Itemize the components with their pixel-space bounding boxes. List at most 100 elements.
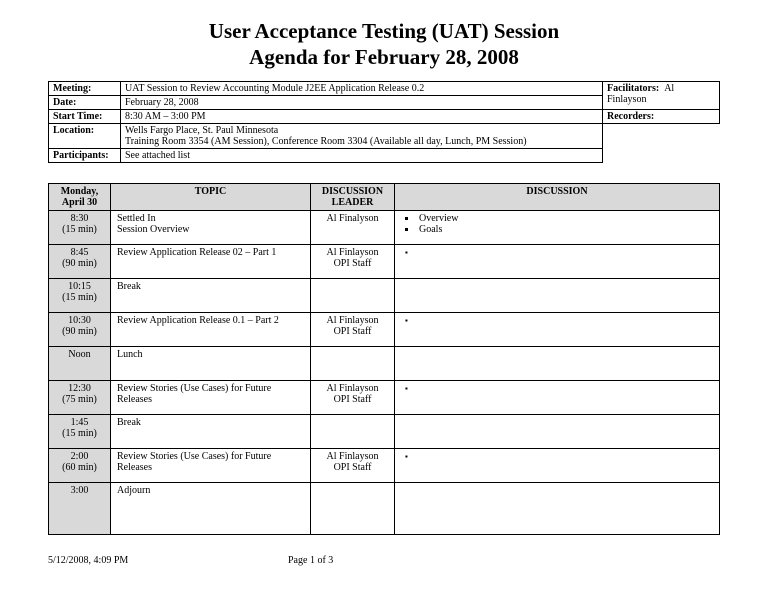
agenda-leader [311, 346, 395, 380]
location-label: Location: [49, 123, 121, 148]
leader-line2: OPI Staff [334, 326, 372, 337]
page-footer: 5/12/2008, 4:09 PM Page 1 of 3 [0, 555, 768, 566]
time-value: 3:00 [71, 485, 89, 496]
col-header-topic: TOPIC [111, 183, 311, 210]
agenda-topic: Review Application Release 0.1 – Part 2 [111, 312, 311, 346]
agenda-time: 2:00(60 min) [49, 448, 111, 482]
list-item: Goals [417, 224, 711, 235]
leader-line1: Al Finlayson [327, 315, 379, 326]
agenda-leader: Al FinlaysonOPI Staff [311, 244, 395, 278]
topic-line2: Session Overview [117, 224, 190, 235]
agenda-discussion [395, 414, 720, 448]
leader-line1: Al Finlayson [327, 247, 379, 258]
agenda-topic: Settled InSession Overview [111, 210, 311, 244]
participants-value: See attached list [121, 148, 603, 162]
participants-label: Participants: [49, 148, 121, 162]
location-value-line1: Wells Fargo Place, St. Paul Minnesota [125, 125, 278, 136]
agenda-discussion [395, 448, 720, 482]
time-duration: (90 min) [51, 326, 108, 337]
meeting-info-block: Meeting: UAT Session to Review Accountin… [48, 81, 720, 163]
time-value: 10:30 [68, 315, 91, 326]
topic-line1: Adjourn [117, 485, 150, 496]
agenda-time: 10:15(15 min) [49, 278, 111, 312]
table-row: 1:45(15 min) Break [49, 414, 720, 448]
discussion-list: OverviewGoals [403, 213, 711, 235]
page-title: User Acceptance Testing (UAT) Session Ag… [48, 18, 720, 71]
agenda-topic: Lunch [111, 346, 311, 380]
time-value: 8:30 [71, 213, 89, 224]
square-bullet-icon [403, 383, 408, 394]
agenda-leader: Al FinlaysonOPI Staff [311, 448, 395, 482]
recorders-label: Recorders: [607, 111, 654, 122]
leader-line2: OPI Staff [334, 258, 372, 269]
topic-line1: Review Stories (Use Cases) for Future Re… [117, 383, 271, 405]
footer-pager: Page 1 of 3 [288, 555, 333, 566]
agenda-discussion [395, 482, 720, 534]
agenda-topic: Adjourn [111, 482, 311, 534]
table-row: 8:30(15 min)Settled InSession OverviewAl… [49, 210, 720, 244]
topic-line1: Break [117, 281, 141, 292]
table-row: 12:30(75 min) Review Stories (Use Cases) … [49, 380, 720, 414]
topic-line1: Review Application Release 0.1 – Part 2 [117, 315, 279, 326]
agenda-discussion [395, 278, 720, 312]
leader-line2: OPI Staff [334, 394, 372, 405]
meeting-info-side: Facilitators: Al Finlayson Recorders: [603, 81, 720, 124]
date-value: February 28, 2008 [121, 95, 603, 109]
time-value: 12:30 [68, 383, 91, 394]
footer-timestamp: 5/12/2008, 4:09 PM [48, 555, 288, 566]
start-time-value: 8:30 AM – 3:00 PM [121, 109, 603, 123]
topic-line1: Review Stories (Use Cases) for Future Re… [117, 451, 271, 473]
leader-line1: Al Finlayson [327, 383, 379, 394]
title-line-2: Agenda for February 28, 2008 [249, 45, 519, 69]
time-value: Noon [68, 349, 90, 360]
topic-line1: Break [117, 417, 141, 428]
list-item: Overview [417, 213, 711, 224]
agenda-leader [311, 414, 395, 448]
time-value: 8:45 [71, 247, 89, 258]
square-bullet-icon [403, 451, 408, 462]
table-row: 3:00 Adjourn [49, 482, 720, 534]
topic-line1: Review Application Release 02 – Part 1 [117, 247, 276, 258]
agenda-topic: Break [111, 414, 311, 448]
facilitators-label: Facilitators: [607, 83, 659, 94]
agenda-discussion [395, 244, 720, 278]
table-row: 2:00(60 min) Review Stories (Use Cases) f… [49, 448, 720, 482]
table-row: 10:15(15 min) Break [49, 278, 720, 312]
agenda-discussion: OverviewGoals [395, 210, 720, 244]
time-duration: (15 min) [51, 428, 108, 439]
time-duration: (15 min) [51, 292, 108, 303]
agenda-leader: Al FinlaysonOPI Staff [311, 312, 395, 346]
time-duration: (15 min) [51, 224, 108, 235]
agenda-discussion [395, 346, 720, 380]
table-row: Noon Lunch [49, 346, 720, 380]
topic-line1: Settled In [117, 213, 156, 224]
col-header-time: Monday, April 30 [49, 183, 111, 210]
agenda-leader: Al Finalyson [311, 210, 395, 244]
location-value: Wells Fargo Place, St. Paul Minnesota Tr… [121, 123, 603, 148]
time-value: 2:00 [71, 451, 89, 462]
leader-line1: Al Finlayson [327, 451, 379, 462]
time-duration: (60 min) [51, 462, 108, 473]
agenda-time: 10:30(90 min) [49, 312, 111, 346]
meeting-info-main: Meeting: UAT Session to Review Accountin… [48, 81, 603, 163]
agenda-time: 8:45(90 min) [49, 244, 111, 278]
facilitators-cell: Facilitators: Al Finlayson [603, 81, 720, 109]
agenda-leader [311, 482, 395, 534]
title-line-1: User Acceptance Testing (UAT) Session [209, 19, 559, 43]
agenda-topic: Break [111, 278, 311, 312]
time-value: 10:15 [68, 281, 91, 292]
agenda-time: 1:45(15 min) [49, 414, 111, 448]
agenda-time: 8:30(15 min) [49, 210, 111, 244]
agenda-table: Monday, April 30 TOPIC DISCUSSION LEADER… [48, 183, 720, 535]
location-value-line2: Training Room 3354 (AM Session), Confere… [125, 136, 527, 147]
start-time-label: Start Time: [49, 109, 121, 123]
agenda-leader: Al FinlaysonOPI Staff [311, 380, 395, 414]
square-bullet-icon [403, 315, 408, 326]
date-label: Date: [49, 95, 121, 109]
leader-line1: Al Finalyson [327, 213, 379, 224]
square-bullet-icon [403, 247, 408, 258]
agenda-topic: Review Stories (Use Cases) for Future Re… [111, 380, 311, 414]
table-row: 10:30(90 min) Review Application Release … [49, 312, 720, 346]
meeting-value: UAT Session to Review Accounting Module … [121, 81, 603, 95]
time-duration: (75 min) [51, 394, 108, 405]
